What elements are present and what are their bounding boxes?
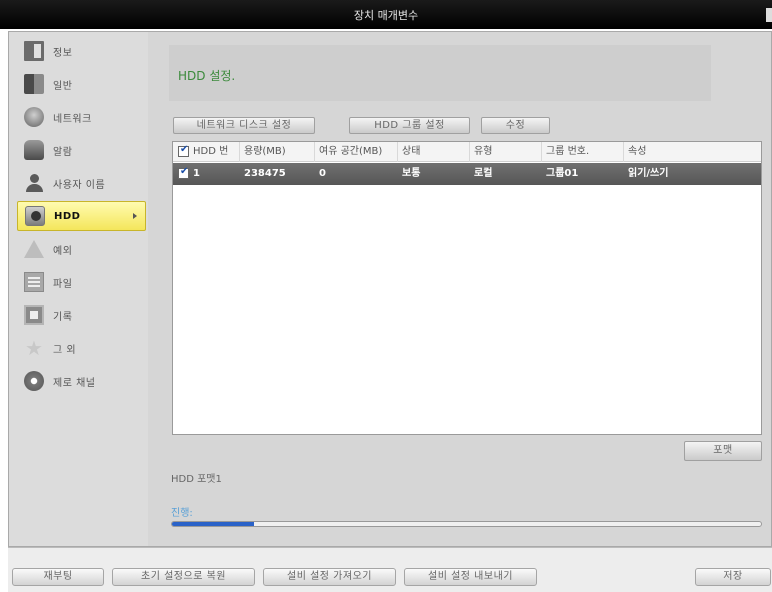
restore-default-button[interactable]: 초기 설정으로 복원: [112, 568, 255, 586]
settings-window: 정보 일반 네트워크 알람 사용자 이름 HDD 예외 파일 기록 ★ 그 외 …: [8, 31, 772, 547]
progress-label: 진행:: [171, 508, 193, 519]
chevron-right-icon: [133, 213, 137, 219]
column-header-capacity[interactable]: 용량(MB): [240, 142, 315, 162]
sidebar-item-label: 네트워크: [53, 113, 92, 125]
network-disk-settings-button[interactable]: 네트워크 디스크 설정: [173, 117, 315, 134]
cell-property: 읽기/쓰기: [628, 168, 669, 179]
progress-fill: [172, 522, 255, 526]
sidebar-item-zero-channel[interactable]: 제로 채널: [17, 366, 146, 396]
sidebar-item-label: 파일: [53, 278, 73, 290]
column-header-group-no[interactable]: 그룹 번호.: [542, 142, 624, 162]
export-config-button[interactable]: 설비 설정 내보내기: [404, 568, 537, 586]
sidebar: 정보 일반 네트워크 알람 사용자 이름 HDD 예외 파일 기록 ★ 그 외 …: [9, 32, 148, 546]
select-all-checkbox[interactable]: [178, 144, 189, 157]
sidebar-item-label: 그 외: [53, 344, 77, 356]
alarm-icon: [24, 140, 44, 160]
cell-type: 로컬: [474, 168, 493, 179]
sidebar-item-user[interactable]: 사용자 이름: [17, 168, 146, 198]
sidebar-item-network[interactable]: 네트워크: [17, 102, 146, 132]
import-config-button[interactable]: 설비 설정 가져오기: [263, 568, 396, 586]
edit-button[interactable]: 수정: [481, 117, 550, 134]
general-book-icon: [24, 74, 44, 94]
cell-hdd-no: 1: [193, 168, 200, 179]
user-icon: [24, 173, 44, 193]
reboot-button[interactable]: 재부팅: [12, 568, 104, 586]
format-button[interactable]: 포맷: [684, 441, 762, 461]
table-header: HDD 번호. 용량(MB) 여유 공간(MB) 상태 유형 그룹 번호. 속성: [173, 142, 761, 177]
column-header-property[interactable]: 속성: [624, 142, 761, 162]
log-icon: [24, 305, 44, 325]
sidebar-item-label: 사용자 이름: [53, 179, 106, 191]
hdd-table: HDD 번호. 용량(MB) 여유 공간(MB) 상태 유형 그룹 번호. 속성…: [172, 141, 762, 435]
footer-bar: 재부팅 초기 설정으로 복원 설비 설정 가져오기 설비 설정 내보내기 저장: [8, 547, 772, 592]
column-header-free-space[interactable]: 여유 공간(MB): [315, 142, 398, 162]
sidebar-item-label: 제로 채널: [53, 377, 96, 389]
save-button[interactable]: 저장: [695, 568, 771, 586]
sidebar-item-label: 알람: [53, 146, 73, 158]
hdd-content: HDD 설정. 네트워크 디스크 설정 HDD 그룹 설정 수정 HDD 번호.…: [159, 32, 771, 546]
title-bar: 장치 매개변수: [0, 0, 772, 29]
sidebar-item-label: 예외: [53, 245, 73, 257]
sidebar-item-label: 정보: [53, 47, 73, 59]
zero-channel-icon: [24, 371, 44, 391]
column-header-type[interactable]: 유형: [470, 142, 542, 162]
info-doc-icon: [24, 41, 44, 61]
sidebar-item-label: 일반: [53, 80, 73, 92]
sidebar-item-general[interactable]: 일반: [17, 69, 146, 99]
cell-capacity: 238475: [244, 168, 286, 179]
sidebar-item-hdd[interactable]: HDD: [17, 201, 146, 231]
file-icon: [24, 272, 44, 292]
cell-status: 보통: [402, 168, 421, 179]
format-status-label: HDD 포맷1: [171, 474, 222, 485]
window-title: 장치 매개변수: [353, 9, 419, 22]
hdd-header-panel: HDD 설정.: [169, 45, 711, 101]
sidebar-item-file[interactable]: 파일: [17, 267, 146, 297]
column-header-status[interactable]: 상태: [398, 142, 470, 162]
page-title: HDD 설정.: [178, 69, 236, 83]
sidebar-item-label: HDD: [54, 210, 81, 222]
warning-icon: [24, 240, 44, 258]
star-icon: ★: [25, 336, 43, 360]
hdd-group-settings-button[interactable]: HDD 그룹 설정: [349, 117, 470, 134]
window-corner-icon: [766, 8, 772, 22]
row-checkbox[interactable]: [178, 166, 189, 179]
table-row[interactable]: 1 238475 0 보통 로컬 그룹01 읽기/쓰기: [173, 163, 761, 185]
network-globe-icon: [24, 107, 44, 127]
sidebar-item-label: 기록: [53, 311, 73, 323]
sidebar-item-exception[interactable]: 예외: [17, 234, 146, 264]
cell-free-space: 0: [319, 168, 326, 179]
column-header-hdd-no[interactable]: HDD 번호.: [189, 142, 240, 177]
hdd-icon: [25, 206, 45, 226]
sidebar-item-other[interactable]: ★ 그 외: [17, 333, 146, 363]
sidebar-item-alarm[interactable]: 알람: [17, 135, 146, 165]
cell-group-no: 그룹01: [546, 168, 579, 179]
sidebar-item-log[interactable]: 기록: [17, 300, 146, 330]
format-progress-bar: [171, 521, 762, 527]
sidebar-item-info[interactable]: 정보: [17, 36, 146, 66]
